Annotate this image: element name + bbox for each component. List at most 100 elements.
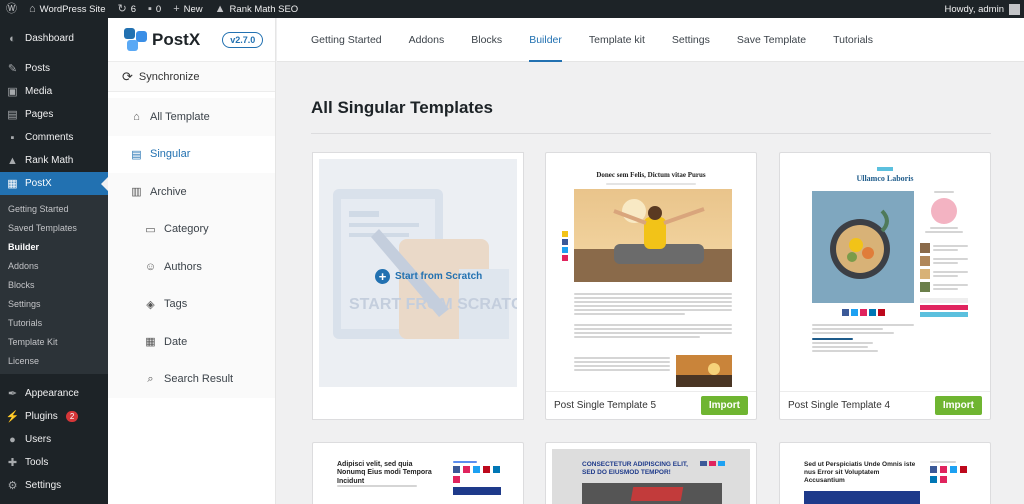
template-card[interactable]: Sed ut Perspiciatis Unde Omnis iste nus … — [779, 442, 991, 504]
menu-label: PostX — [25, 178, 52, 189]
menu-media[interactable]: ▣ Media — [0, 80, 108, 103]
menu-dashboard[interactable]: ◐ Dashboard — [0, 27, 108, 50]
template-card[interactable]: Donec sem Felis, Dictum vitae Purus Post… — [545, 152, 757, 420]
template-preview: CONSECTETUR ADIPISCING ELIT, SED DO EIUS… — [552, 449, 750, 504]
account-menu[interactable]: Howdy, admin — [945, 3, 1024, 15]
menu-label: Settings — [25, 480, 62, 491]
menu-settings[interactable]: ⚙ Settings — [0, 474, 108, 497]
template-name: Post Single Template 4 — [788, 400, 891, 411]
template-footer: Post Single Template 5 Import — [546, 391, 756, 419]
menu-rankmath[interactable]: ▲ Rank Math — [0, 149, 108, 172]
nav-search-result[interactable]: ⌕ Search Result — [108, 360, 275, 398]
menu-label: Users — [25, 434, 52, 445]
preview-social-row — [812, 309, 914, 316]
preview-inline-image — [676, 355, 732, 387]
import-button[interactable]: Import — [700, 396, 748, 415]
plus-icon: + — [375, 269, 390, 284]
menu-plugins[interactable]: ⚡ Plugins 2 — [0, 405, 108, 428]
template-nav: ⌂ All Template ▤ Singular ▥ Archive ▭ Catego… — [108, 92, 275, 398]
postx-sidebar: PostX v2.7.0 ⟳ Synchronize ⌂ All Template… — [108, 18, 276, 504]
home-icon: ⌂ — [133, 110, 140, 123]
nav-singular[interactable]: ▤ Singular — [108, 135, 275, 173]
author-icon: ☺ — [144, 260, 157, 273]
wordpress-logo-button[interactable]: Ⓦ — [0, 0, 23, 18]
menu-label: Appearance — [25, 388, 79, 399]
preview-headline: Sed ut Perspiciatis Unde Omnis iste nus … — [804, 461, 916, 484]
preview-hero-image — [804, 491, 920, 504]
menu-label: Tools — [25, 457, 49, 468]
tab-getting-started[interactable]: Getting Started — [311, 18, 382, 62]
scratch-ghost-text: START FROM SCRATCH — [349, 296, 517, 313]
calendar-icon: ▦ — [145, 336, 156, 349]
menu-pages[interactable]: ▤ Pages — [0, 103, 108, 126]
start-from-scratch-card[interactable]: START FROM SCRATCH + Start from Scratch — [312, 152, 524, 420]
new-content-link[interactable]: + New — [167, 0, 208, 18]
preview-hero-image — [812, 191, 914, 303]
template-preview: Ullamco Laboris — [786, 159, 984, 387]
tab-builder[interactable]: Builder — [529, 18, 562, 62]
tab-template-kit[interactable]: Template kit — [589, 18, 645, 62]
submenu-template-kit[interactable]: Template Kit — [0, 332, 108, 351]
menu-postx[interactable]: ▦ PostX — [0, 172, 108, 195]
nav-label: Authors — [164, 260, 202, 273]
submenu-saved-templates[interactable]: Saved Templates — [0, 218, 108, 237]
tab-tutorials[interactable]: Tutorials — [833, 18, 873, 62]
site-name-link[interactable]: ⌂ WordPress Site — [23, 0, 111, 18]
nav-tags[interactable]: ◈ Tags — [108, 285, 275, 323]
submenu-getting-started[interactable]: Getting Started — [0, 199, 108, 218]
submenu-tutorials[interactable]: Tutorials — [0, 313, 108, 332]
updates-link[interactable]: ↻ 6 — [111, 0, 142, 18]
tab-blocks[interactable]: Blocks — [471, 18, 502, 62]
template-card[interactable]: CONSECTETUR ADIPISCING ELIT, SED DO EIUS… — [545, 442, 757, 504]
submenu-license[interactable]: License — [0, 351, 108, 370]
menu-tools[interactable]: ✚ Tools — [0, 451, 108, 474]
preview-headline: Ullamco Laboris — [856, 174, 914, 183]
sync-label: Synchronize — [138, 70, 200, 83]
tab-save-template[interactable]: Save Template — [737, 18, 806, 62]
preview-category-tag — [877, 167, 893, 171]
preview-share-bar — [700, 461, 725, 466]
nav-archive[interactable]: ▥ Archive — [108, 173, 275, 211]
start-from-scratch-button[interactable]: + Start from Scratch — [375, 269, 482, 284]
tab-addons[interactable]: Addons — [409, 18, 445, 62]
rankmath-label: Rank Math SEO — [229, 3, 299, 15]
template-card[interactable]: Adipisci velit, sed quia Nonumq Eius mod… — [312, 442, 524, 504]
wrench-icon: ✚ — [7, 457, 18, 469]
menu-label: Comments — [25, 132, 74, 143]
preview-sidebar — [453, 459, 501, 495]
new-label: New — [183, 3, 203, 15]
preview-meta — [606, 183, 696, 185]
nav-all-template[interactable]: ⌂ All Template — [108, 98, 275, 136]
chart-icon: ▲ — [214, 2, 226, 15]
submenu-addons[interactable]: Addons — [0, 256, 108, 275]
nav-label: Tags — [164, 298, 188, 311]
nav-authors[interactable]: ☺ Authors — [108, 248, 275, 286]
template-card[interactable]: Ullamco Laboris Post Single Template 4 I… — [779, 152, 991, 420]
preview-share-bar — [562, 231, 568, 261]
tab-settings[interactable]: Settings — [672, 18, 710, 62]
menu-posts[interactable]: ✎ Posts — [0, 57, 108, 80]
document-icon: ▤ — [131, 148, 142, 161]
menu-comments[interactable]: ▪ Comments — [0, 126, 108, 149]
updates-count: 6 — [130, 3, 136, 15]
rankmath-link[interactable]: ▲ Rank Math SEO — [209, 0, 305, 18]
submenu-settings[interactable]: Settings — [0, 294, 108, 313]
nav-label: Date — [164, 335, 188, 348]
menu-appearance[interactable]: ✒ Appearance — [0, 382, 108, 405]
menu-users[interactable]: ● Users — [0, 428, 108, 451]
sync-icon: ⟳ — [122, 68, 133, 84]
submenu-builder[interactable]: Builder — [0, 237, 108, 256]
menu-label: Pages — [25, 109, 54, 120]
import-button[interactable]: Import — [934, 396, 982, 415]
comments-link[interactable]: ▪ 0 — [142, 0, 167, 18]
preview-meta — [337, 483, 417, 489]
nav-category[interactable]: ▭ Category — [108, 210, 275, 248]
avatar — [1009, 3, 1020, 15]
menu-label: Plugins — [25, 411, 58, 422]
preview-body-text — [574, 291, 732, 340]
nav-date[interactable]: ▦ Date — [108, 323, 275, 361]
nav-label: Archive — [150, 185, 187, 198]
site-name: WordPress Site — [39, 3, 106, 15]
synchronize-button[interactable]: ⟳ Synchronize — [108, 62, 275, 92]
submenu-blocks[interactable]: Blocks — [0, 275, 108, 294]
